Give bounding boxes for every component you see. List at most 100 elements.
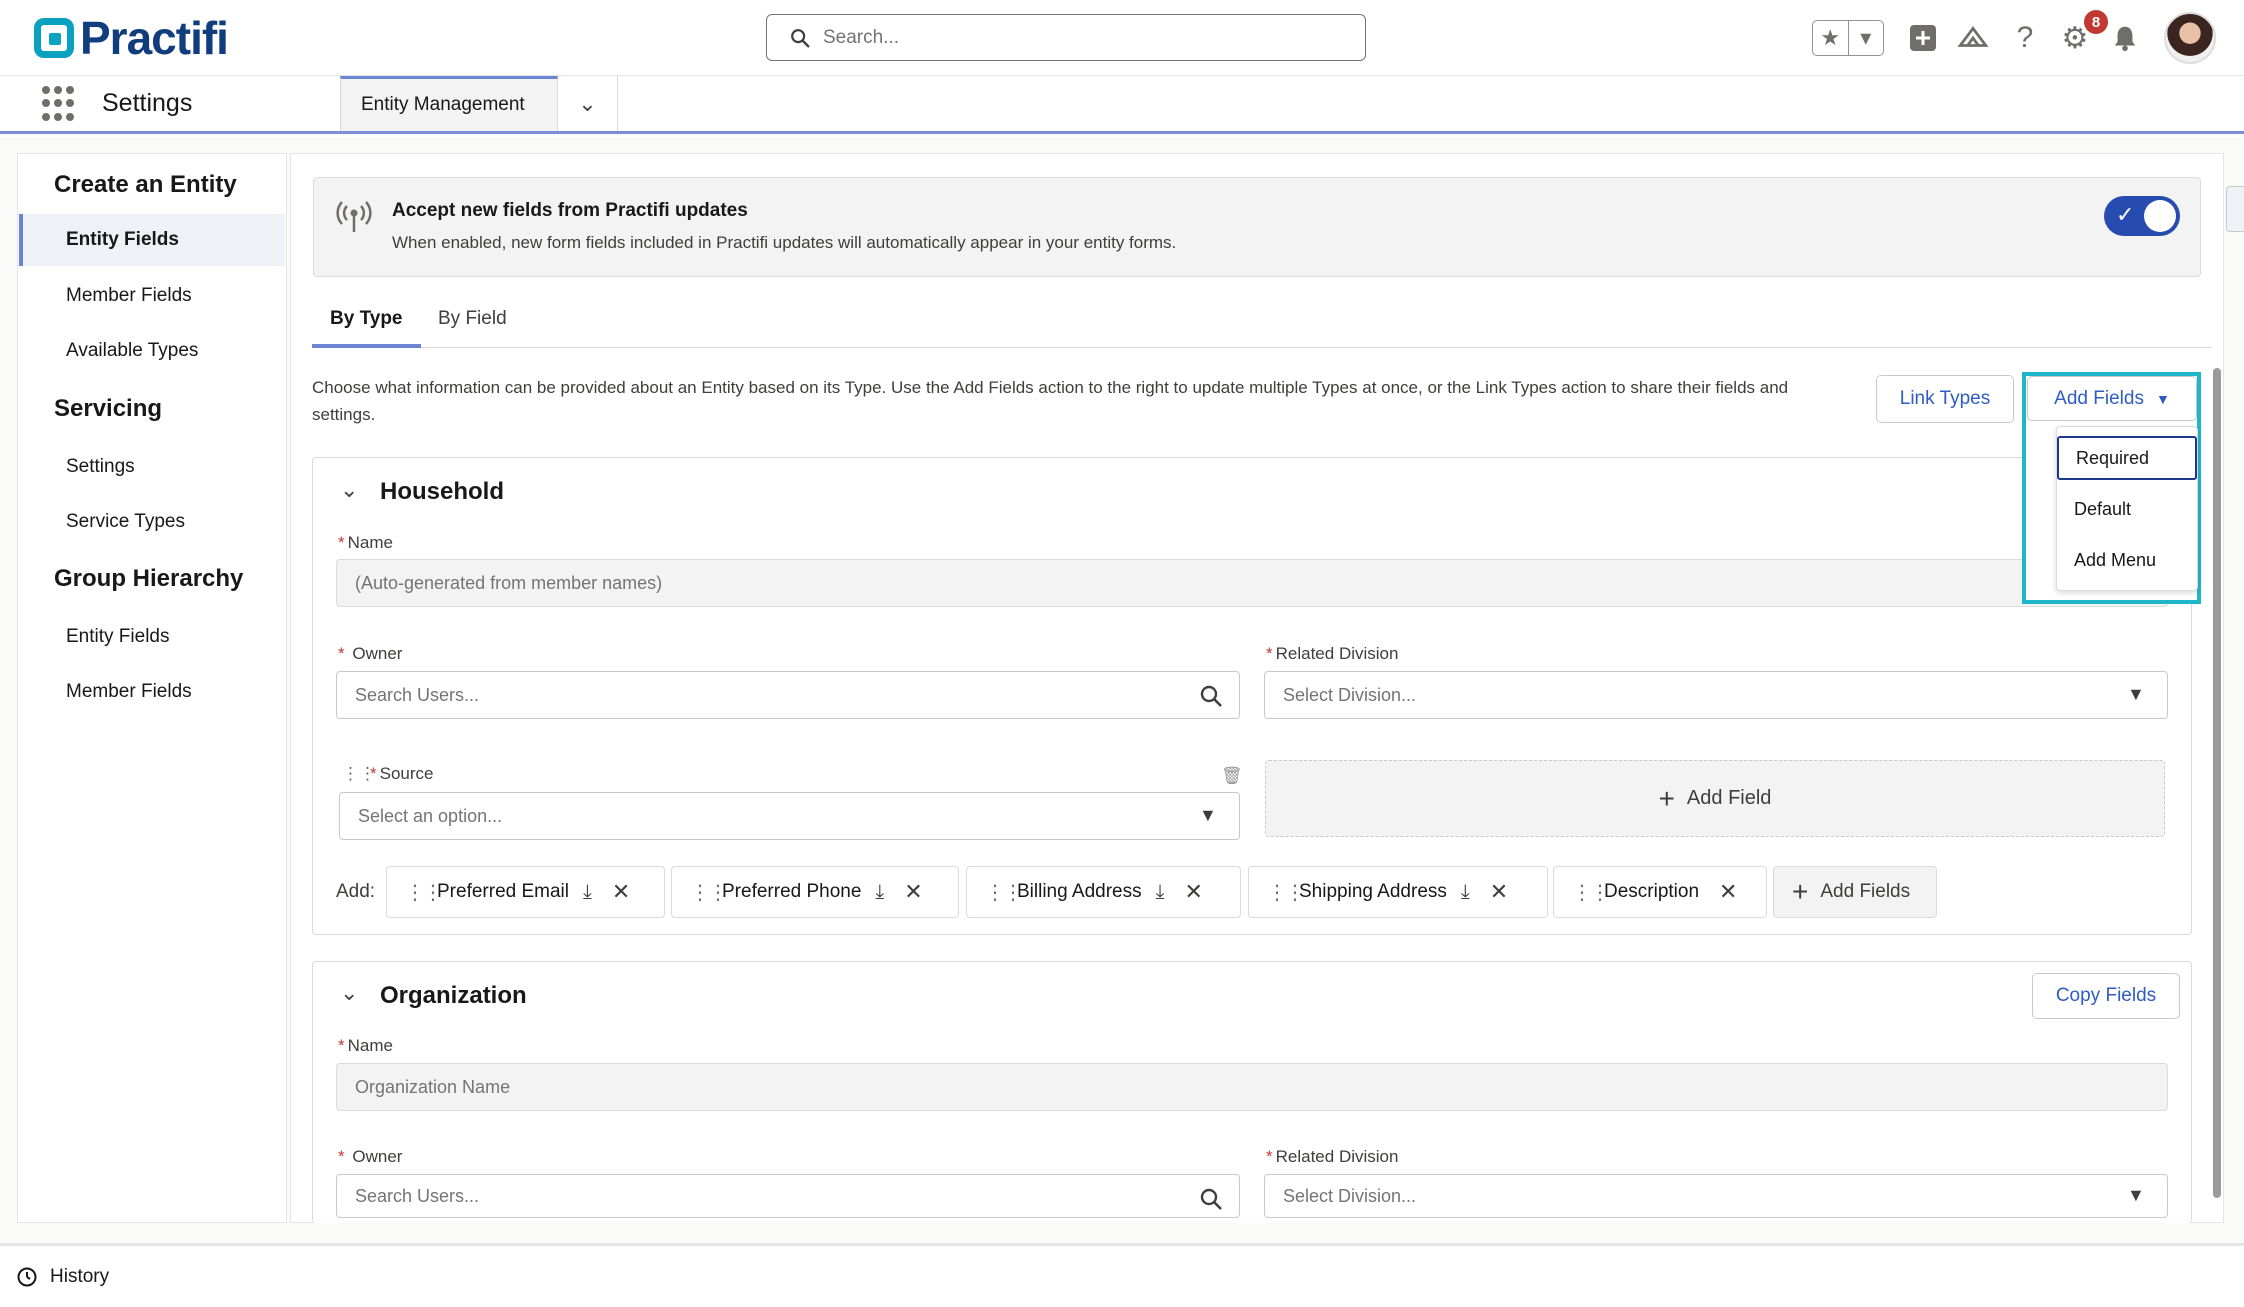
owner-placeholder: Search Users... bbox=[355, 684, 480, 705]
accept-updates-toggle[interactable]: ✓ bbox=[2104, 196, 2180, 236]
sidebar-item-service-types[interactable]: Service Types bbox=[19, 496, 285, 548]
close-icon[interactable]: ✕ bbox=[1184, 879, 1202, 905]
menu-item-required[interactable]: Required bbox=[2057, 436, 2197, 480]
add-fields-pill[interactable]: + Add Fields bbox=[1773, 866, 1937, 918]
app-navigation-bar: Settings Entity Management ⌄ bbox=[0, 76, 2244, 134]
add-fields-button[interactable]: Add Fields ▼ bbox=[2027, 376, 2197, 421]
household-owner-label: * Owner bbox=[338, 644, 403, 663]
drag-handle-icon[interactable]: ⋮⋮ bbox=[405, 880, 443, 905]
tab-by-field[interactable]: By Field bbox=[420, 308, 525, 348]
add-fields-pill-label: Add Fields bbox=[1820, 881, 1911, 902]
app-launcher-icon[interactable] bbox=[42, 86, 78, 122]
drag-handle-icon[interactable]: ⋮⋮ bbox=[1267, 880, 1305, 905]
close-icon[interactable]: ✕ bbox=[612, 879, 630, 905]
caret-down-icon: ▼ bbox=[2155, 390, 2170, 407]
close-icon[interactable]: ✕ bbox=[1719, 879, 1737, 905]
sidebar-item-available-types[interactable]: Available Types bbox=[19, 325, 285, 377]
household-name-label: * Name bbox=[338, 533, 393, 552]
household-division-select[interactable]: Select Division... ▼ bbox=[1264, 671, 2168, 719]
practifi-logo[interactable]: Practifi bbox=[34, 12, 229, 64]
sidebar-item-member-fields[interactable]: Member Fields bbox=[19, 270, 285, 322]
household-source-select[interactable]: Select an option... ▼ bbox=[339, 792, 1240, 840]
household-source-label: * Source bbox=[370, 764, 434, 783]
owner-placeholder: Search Users... bbox=[355, 1185, 480, 1206]
notification-badge: 8 bbox=[2084, 10, 2108, 34]
household-title: Household bbox=[380, 478, 504, 505]
download-icon[interactable]: ⤓ bbox=[1156, 881, 1165, 904]
menu-item-add-menu[interactable]: Add Menu bbox=[2057, 538, 2197, 582]
household-owner-input[interactable]: Search Users... bbox=[336, 671, 1240, 719]
history-button[interactable]: History bbox=[50, 1266, 109, 1288]
caret-down-icon: ▼ bbox=[1199, 805, 1217, 825]
view-tabs: By Type By Field bbox=[312, 296, 2212, 348]
close-icon[interactable]: ✕ bbox=[904, 879, 922, 905]
division-placeholder: Select Division... bbox=[1283, 684, 1417, 705]
user-avatar[interactable] bbox=[2164, 12, 2216, 64]
caret-down-icon: ▼ bbox=[2127, 684, 2145, 704]
add-field-slot[interactable]: + Add Field bbox=[1265, 760, 2165, 837]
trailhead-icon[interactable] bbox=[1953, 18, 1993, 58]
pill-label: Preferred Phone bbox=[722, 881, 862, 902]
link-types-button[interactable]: Link Types bbox=[1876, 375, 2014, 423]
toggle-knob bbox=[2144, 200, 2176, 232]
pill-description[interactable]: ⋮⋮ Description ✕ bbox=[1553, 866, 1767, 918]
tab-by-type[interactable]: By Type bbox=[312, 308, 421, 348]
menu-item-default[interactable]: Default bbox=[2057, 487, 2197, 531]
star-icon[interactable]: ★ bbox=[1813, 21, 1849, 55]
logo-text: Practifi bbox=[80, 12, 229, 64]
clock-icon bbox=[17, 1267, 37, 1287]
logo-mark-icon bbox=[34, 18, 74, 58]
scrollbar-thumb[interactable] bbox=[2213, 368, 2221, 1198]
app-name: Settings bbox=[102, 89, 193, 117]
updates-banner: Accept new fields from Practifi updates … bbox=[313, 177, 2201, 277]
drag-handle-icon[interactable]: ⋮⋮ bbox=[690, 880, 728, 905]
drag-handle-icon[interactable]: ⋮⋮ bbox=[1572, 880, 1610, 905]
bell-icon[interactable] bbox=[2105, 18, 2145, 58]
chevron-down-icon[interactable]: ⌄ bbox=[558, 76, 618, 131]
global-actions-icon[interactable] bbox=[1903, 18, 1943, 58]
pill-preferred-email[interactable]: ⋮⋮ Preferred Email ⤓ ✕ bbox=[386, 866, 665, 918]
download-icon[interactable]: ⤓ bbox=[1461, 881, 1470, 904]
pill-preferred-phone[interactable]: ⋮⋮ Preferred Phone ⤓ ✕ bbox=[671, 866, 959, 918]
chevron-down-icon[interactable]: ⌄ bbox=[340, 980, 364, 1005]
organization-division-select[interactable]: Select Division... ▼ bbox=[1264, 1174, 2168, 1218]
add-fields-label: Add Fields bbox=[2054, 387, 2144, 409]
pill-label: Description bbox=[1604, 881, 1700, 902]
download-icon[interactable]: ⤓ bbox=[583, 881, 592, 904]
banner-title: Accept new fields from Practifi updates bbox=[392, 200, 748, 221]
search-icon bbox=[1200, 1188, 1222, 1210]
organization-name-field[interactable]: Organization Name bbox=[336, 1063, 2168, 1111]
household-name-field[interactable]: (Auto-generated from member names) bbox=[336, 559, 2168, 607]
content-scrollbar[interactable] bbox=[2212, 360, 2222, 1210]
side-panel-handle[interactable] bbox=[2226, 186, 2244, 232]
favorites-control[interactable]: ★ ▾ bbox=[1812, 20, 1884, 56]
sidebar-section-create-entity: Create an Entity bbox=[54, 171, 237, 198]
sidebar-item-entity-fields[interactable]: Entity Fields bbox=[19, 214, 285, 266]
sidebar-section-servicing: Servicing bbox=[54, 395, 163, 422]
household-division-label: * Related Division bbox=[1266, 644, 1399, 663]
drag-handle-icon[interactable]: ⋮⋮ bbox=[985, 880, 1023, 905]
check-icon: ✓ bbox=[2116, 202, 2135, 227]
global-header: Practifi Search... ★ ▾ ? ⚙ 8 bbox=[0, 0, 2244, 76]
close-icon[interactable]: ✕ bbox=[1490, 879, 1508, 905]
organization-name-label: * Name bbox=[338, 1036, 393, 1055]
pill-shipping-address[interactable]: ⋮⋮ Shipping Address ⤓ ✕ bbox=[1248, 866, 1548, 918]
pill-label: Billing Address bbox=[1017, 881, 1142, 902]
division-placeholder: Select Division... bbox=[1283, 1185, 1417, 1206]
trash-icon[interactable]: 🗑 bbox=[1221, 766, 1243, 786]
sidebar-item-group-entity-fields[interactable]: Entity Fields bbox=[19, 611, 285, 663]
sidebar-item-settings[interactable]: Settings bbox=[19, 441, 285, 493]
pill-billing-address[interactable]: ⋮⋮ Billing Address ⤓ ✕ bbox=[966, 866, 1241, 918]
tab-entity-management[interactable]: Entity Management bbox=[340, 76, 558, 131]
organization-owner-input[interactable]: Search Users... bbox=[336, 1174, 1240, 1218]
organization-copy-fields-button[interactable]: Copy Fields bbox=[2032, 973, 2180, 1019]
help-icon[interactable]: ? bbox=[2005, 18, 2045, 58]
global-search-input[interactable]: Search... bbox=[766, 14, 1366, 61]
download-icon[interactable]: ⤓ bbox=[875, 881, 884, 904]
caret-down-icon[interactable]: ▾ bbox=[1849, 21, 1884, 55]
broadcast-icon bbox=[336, 201, 372, 232]
chevron-down-icon[interactable]: ⌄ bbox=[340, 477, 364, 502]
source-placeholder: Select an option... bbox=[358, 805, 503, 826]
sidebar-item-group-member-fields[interactable]: Member Fields bbox=[19, 666, 285, 718]
sidebar-section-group-hierarchy: Group Hierarchy bbox=[54, 565, 244, 592]
